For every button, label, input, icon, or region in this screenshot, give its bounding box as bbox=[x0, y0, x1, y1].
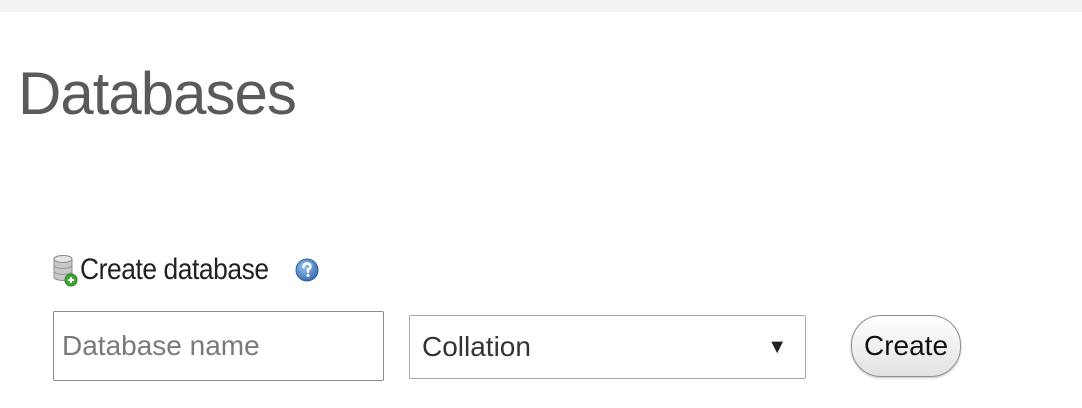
database-name-input[interactable] bbox=[53, 311, 384, 381]
create-database-label: Create database bbox=[80, 253, 269, 286]
collation-selected-value: Collation bbox=[422, 331, 531, 362]
database-add-icon bbox=[52, 253, 78, 287]
collation-select[interactable]: Collation ▼ bbox=[409, 315, 806, 379]
help-icon[interactable] bbox=[292, 255, 322, 285]
dropdown-arrow-icon: ▼ bbox=[767, 335, 787, 358]
top-strip bbox=[0, 0, 1082, 12]
create-database-heading: Create database bbox=[52, 250, 322, 290]
create-button[interactable]: Create bbox=[851, 315, 961, 377]
page-content: Databases Create database Database name … bbox=[0, 12, 1082, 408]
page-title: Databases bbox=[18, 60, 297, 127]
